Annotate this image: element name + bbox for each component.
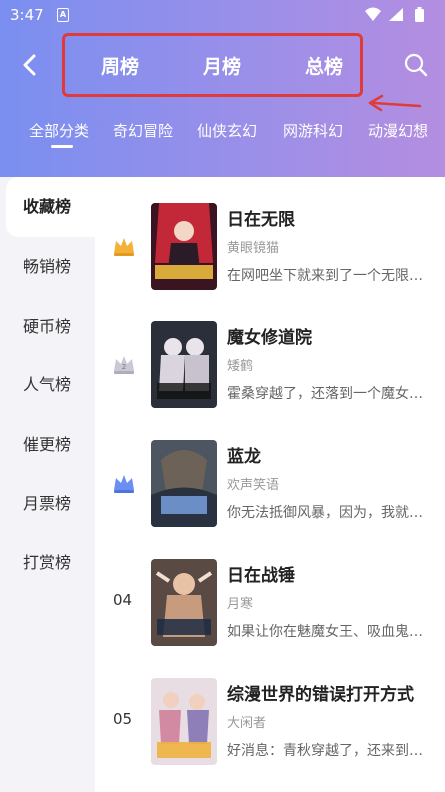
list-item[interactable]: 04 日在战锤 月寒 如果让你在魅魔女王、吸血鬼女王… (95, 533, 445, 646)
ranking-type-sidebar: 收藏榜 畅销榜 硬币榜 人气榜 催更榜 月票榜 打赏榜 (0, 177, 95, 792)
book-title: 蓝龙 (227, 447, 261, 467)
status-bar: 3:47 A (0, 0, 445, 30)
back-arrow-icon[interactable] (16, 50, 46, 80)
blue-crown-icon (114, 475, 134, 493)
book-description: 霍桑穿越了，还落到一个魔女修道院… (227, 386, 427, 402)
silver-crown-icon: 2 (114, 356, 134, 374)
svg-text:2: 2 (122, 363, 126, 371)
sidebar-item-tip[interactable]: 打赏榜 (0, 533, 95, 593)
category-all[interactable]: 全部分类 (29, 120, 89, 141)
book-author: 欢声笑语 (227, 478, 280, 493)
battery-icon (415, 7, 424, 22)
book-description: 你无法抵御风暴，因为，我就是风暴… (227, 505, 427, 521)
notification-icon: A (57, 8, 69, 22)
gold-crown-icon (114, 238, 134, 256)
category-xianxia[interactable]: 仙侠玄幻 (197, 120, 257, 141)
book-author: 大闲者 (227, 716, 267, 731)
list-item[interactable]: 05 综漫世界的错误打开方式 大闲者 好消息：青秋穿越了，还来到了综漫… (95, 652, 445, 765)
book-ranking-list: 日在无限 黄眼镜猫 在网吧坐下就来到了一个无限世界… 2 (95, 177, 445, 792)
book-author: 矮鹤 (227, 359, 254, 374)
book-author: 黄眼镜猫 (227, 241, 280, 256)
sidebar-item-coin[interactable]: 硬币榜 (0, 297, 95, 357)
book-title: 魔女修道院 (227, 328, 312, 348)
tab-weekly[interactable]: 周榜 (101, 52, 139, 79)
list-item[interactable]: 日在无限 黄眼镜猫 在网吧坐下就来到了一个无限世界… (95, 177, 445, 290)
sidebar-item-collection[interactable]: 收藏榜 (6, 177, 95, 237)
sidebar-item-urge-update[interactable]: 催更榜 (0, 415, 95, 475)
category-selected-indicator (51, 145, 73, 148)
book-description: 好消息：青秋穿越了，还来到了综漫… (227, 743, 427, 759)
signal-icon (389, 8, 403, 21)
sidebar-item-popularity[interactable]: 人气榜 (0, 355, 95, 415)
category-fantasy-adventure[interactable]: 奇幻冒险 (113, 120, 173, 141)
wifi-icon (365, 7, 381, 21)
category-game-scifi[interactable]: 网游科幻 (283, 120, 343, 141)
search-icon[interactable] (401, 50, 431, 80)
category-anime-fantasy[interactable]: 动漫幻想 (368, 120, 428, 141)
book-cover (151, 321, 217, 408)
book-cover (151, 440, 217, 527)
sidebar-item-monthly-ticket[interactable]: 月票榜 (0, 474, 95, 534)
book-title: 日在战锤 (227, 566, 295, 586)
tab-monthly[interactable]: 月榜 (203, 52, 241, 79)
book-title: 日在无限 (227, 210, 295, 230)
rank-number: 04 (113, 591, 133, 609)
list-item[interactable]: 2 魔女修道院 矮鹤 霍桑穿越了，还落到一个魔女修道院… (95, 295, 445, 408)
book-cover (151, 678, 217, 765)
tab-total[interactable]: 总榜 (305, 52, 343, 79)
annotation-arrow-icon (368, 94, 422, 112)
system-icons (365, 7, 424, 22)
book-title: 综漫世界的错误打开方式 (227, 685, 414, 705)
sidebar-item-bestseller[interactable]: 畅销榜 (0, 237, 95, 297)
book-cover (151, 203, 217, 290)
rank-number: 05 (113, 710, 133, 728)
book-cover (151, 559, 217, 646)
status-time: 3:47 (10, 6, 44, 24)
book-author: 月寒 (227, 597, 254, 612)
ranking-panel: 收藏榜 畅销榜 硬币榜 人气榜 催更榜 月票榜 打赏榜 日在无限 黄眼镜猫 在网… (0, 177, 445, 792)
book-description: 在网吧坐下就来到了一个无限世界… (227, 268, 427, 284)
list-item[interactable]: 蓝龙 欢声笑语 你无法抵御风暴，因为，我就是风暴… (95, 414, 445, 527)
book-description: 如果让你在魅魔女王、吸血鬼女王… (227, 624, 427, 640)
